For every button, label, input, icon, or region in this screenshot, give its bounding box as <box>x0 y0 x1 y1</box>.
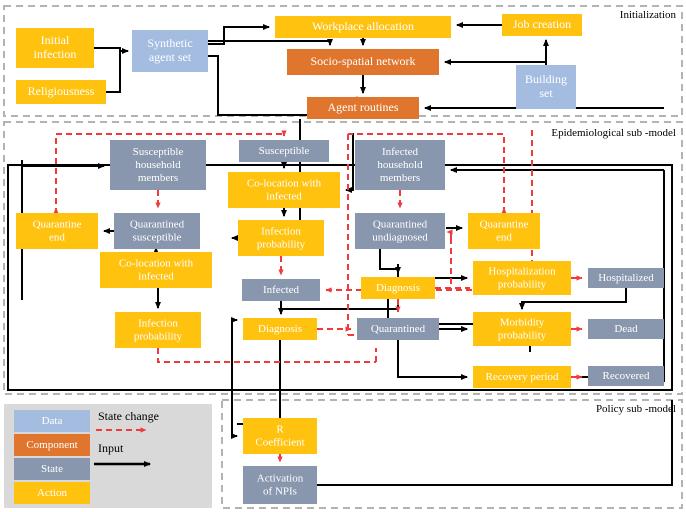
node-workplace-allocation[interactable]: Workplace allocation <box>275 16 451 38</box>
edge-infected-branch-up <box>281 301 399 310</box>
node-label-religiousness: Religiousness <box>28 84 95 98</box>
node-legend-action[interactable]: Action <box>14 482 90 504</box>
node-legend-state[interactable]: State <box>14 458 90 480</box>
node-infected-household-members[interactable]: Infected household members <box>355 140 445 190</box>
node-quarantined-undiagnosed[interactable]: Quarantined undiagnosed <box>355 213 445 249</box>
node-initial-infection[interactable]: Initial infection <box>16 28 94 68</box>
node-label-quarantined-susceptible: Quarantined susceptible <box>130 218 185 243</box>
node-label-susceptible-household-members: Susceptible household members <box>133 146 184 184</box>
node-label-infected-household-members: Infected household members <box>377 146 423 184</box>
node-agent-routines[interactable]: Agent routines <box>307 97 419 119</box>
node-recovered[interactable]: Recovered <box>588 366 664 386</box>
node-label-activation-of-npis: Activation of NPIs <box>257 472 304 497</box>
node-co-location-infected-1[interactable]: Co-location with infected <box>228 172 340 208</box>
node-label-legend-component: Component <box>26 439 77 451</box>
node-susceptible-household-members[interactable]: Susceptible household members <box>110 140 206 190</box>
node-hospitalization-probability[interactable]: Hospitalization probability <box>473 261 571 295</box>
node-label-diagnosis-left: Diagnosis <box>258 323 302 335</box>
edge-synthetic-to-socio <box>208 39 333 46</box>
node-label-workplace-allocation: Workplace allocation <box>312 19 414 33</box>
node-label-infected: Infected <box>263 284 300 296</box>
edge-to-colocation-1 <box>345 133 354 193</box>
legend-caption-legend-state-change: State change <box>98 409 159 423</box>
node-socio-spatial-network[interactable]: Socio-spatial network <box>287 49 439 75</box>
flowchart-figure: Initialization Epidemiological sub -model… <box>0 0 686 512</box>
node-label-recovered: Recovered <box>602 370 650 382</box>
node-infection-probability-1[interactable]: Infection probability <box>238 220 324 256</box>
node-label-synthetic-agent-set: Synthetic agent set <box>147 36 192 64</box>
edge-quarantined-to-recovery <box>397 340 468 380</box>
node-hospitalized[interactable]: Hospitalized <box>588 268 664 288</box>
edge-religiousness-to-synthetic <box>106 52 121 93</box>
node-label-job-creation: Job creation <box>513 17 571 31</box>
node-dead[interactable]: Dead <box>588 319 664 339</box>
edge-sc-infprob2-long <box>157 348 376 363</box>
node-label-legend-data: Data <box>42 415 63 427</box>
node-label-infection-probability-2: Infection probability <box>134 317 183 342</box>
node-activation-of-npis[interactable]: Activation of NPIs <box>243 466 317 504</box>
edge-to-rcoefficient <box>231 392 238 439</box>
node-label-quarantined: Quarantined <box>371 323 426 335</box>
node-job-creation[interactable]: Job creation <box>502 14 582 36</box>
node-quarantined-susceptible[interactable]: Quarantined susceptible <box>114 213 200 249</box>
node-religiousness[interactable]: Religiousness <box>16 80 106 104</box>
edge-initial-infection-to-synthetic <box>94 47 129 54</box>
section-label-initialization: Initialization <box>620 9 677 21</box>
node-label-socio-spatial-network: Socio-spatial network <box>311 54 416 68</box>
node-susceptible[interactable]: Susceptible <box>239 140 329 162</box>
edge-diagnosis-left-down <box>237 340 281 425</box>
node-label-diagnosis-right: Diagnosis <box>376 282 420 294</box>
node-legend-data[interactable]: Data <box>14 410 90 432</box>
node-infected[interactable]: Infected <box>242 279 320 301</box>
node-label-legend-state: State <box>41 463 63 475</box>
node-legend-component[interactable]: Component <box>14 434 90 456</box>
node-recovery-period[interactable]: Recovery period <box>473 366 571 388</box>
node-label-dead: Dead <box>614 323 638 335</box>
node-diagnosis-left[interactable]: Diagnosis <box>243 318 317 340</box>
edge-sc-into-qundiag <box>446 229 453 238</box>
node-infection-probability-2[interactable]: Infection probability <box>115 312 201 348</box>
node-label-infection-probability-1: Infection probability <box>257 225 306 250</box>
node-building-set[interactable]: Building set <box>516 65 576 109</box>
node-label-quarantined-undiagnosed: Quarantined undiagnosed <box>372 218 428 243</box>
node-diagnosis-right[interactable]: Diagnosis <box>361 277 435 299</box>
node-label-hospitalized: Hospitalized <box>598 272 654 284</box>
node-morbidity-probability[interactable]: Morbidity probability <box>473 312 571 346</box>
node-co-location-infected-2[interactable]: Co-location with infected <box>100 252 212 288</box>
section-label-epidemiological: Epidemiological sub -model <box>551 127 676 139</box>
node-label-legend-action: Action <box>37 487 67 499</box>
section-label-policy: Policy sub -model <box>596 403 676 415</box>
node-quarantine-end-right[interactable]: Quarantine end <box>468 213 540 249</box>
node-label-recovery-period: Recovery period <box>486 371 559 383</box>
legend-caption-legend-input: Input <box>98 441 124 455</box>
node-label-agent-routines: Agent routines <box>328 100 399 114</box>
node-label-hospitalization-probability: Hospitalization probability <box>488 265 556 290</box>
node-quarantine-end-left[interactable]: Quarantine end <box>16 213 98 249</box>
edge-qundiag-down <box>379 249 398 270</box>
flowchart-canvas: Initialization Epidemiological sub -model… <box>3 5 683 509</box>
node-quarantined[interactable]: Quarantined <box>357 318 439 340</box>
node-label-morbidity-probability: Morbidity probability <box>498 316 547 341</box>
node-synthetic-agent-set[interactable]: Synthetic agent set <box>132 30 208 72</box>
node-label-susceptible: Susceptible <box>259 145 310 157</box>
node-r-coefficient[interactable]: R Coefficient <box>243 418 317 454</box>
